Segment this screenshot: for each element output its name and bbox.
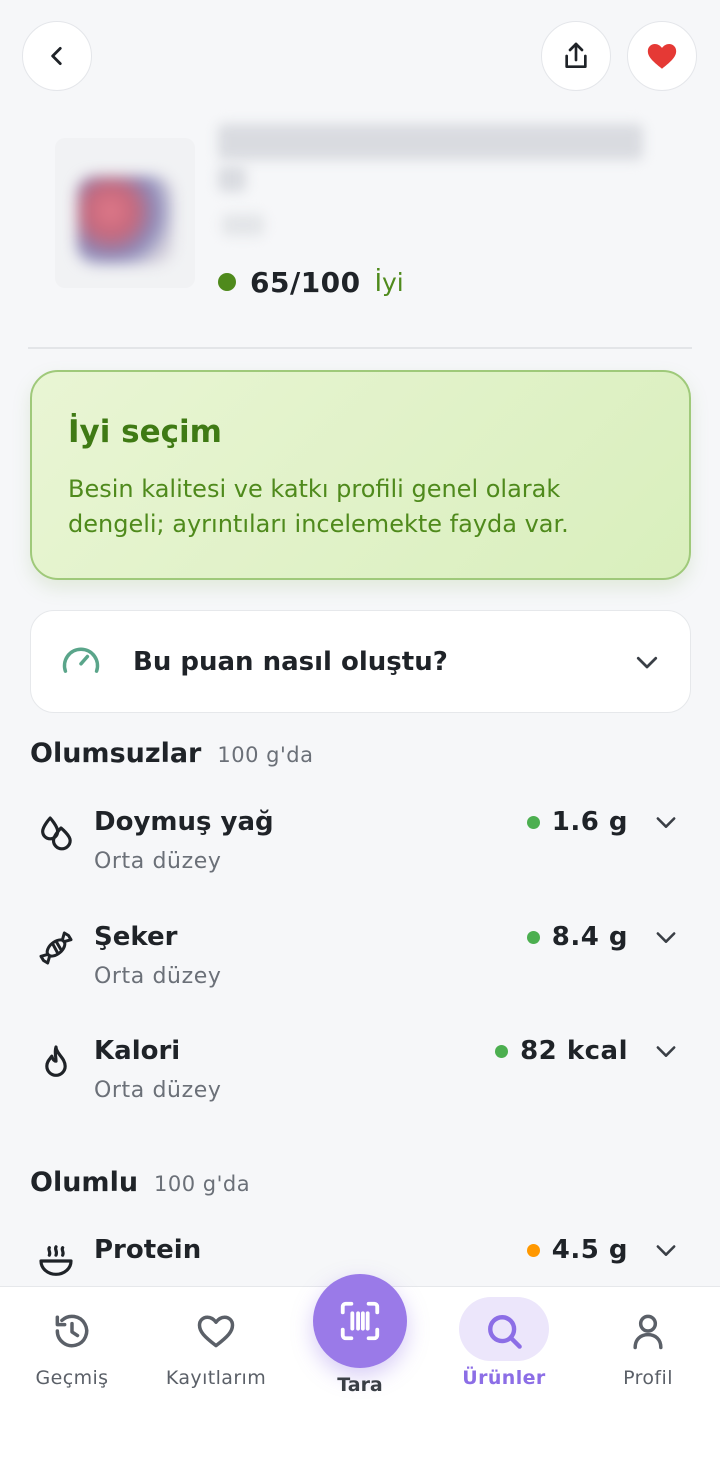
- chevron-down-icon: [656, 817, 676, 828]
- product-name-blurred-2: [218, 166, 246, 192]
- flame-icon: [45, 1045, 67, 1077]
- positives-per: 100 g'da: [154, 1172, 251, 1196]
- drops-icon: [41, 816, 72, 851]
- nav-label-products: Ürünler: [462, 1367, 546, 1389]
- nav-label-profile: Profil: [623, 1367, 673, 1389]
- nav-item-history[interactable]: Geçmiş: [0, 1287, 144, 1460]
- product-image: [55, 138, 195, 288]
- score-value: 65/100: [250, 265, 361, 299]
- history-icon: [55, 1314, 89, 1348]
- bowl-icon: [39, 1245, 73, 1276]
- status-dot: [495, 1044, 509, 1058]
- chevron-left-icon: [51, 47, 62, 65]
- nutrient-value-group: 1.6 g: [526, 807, 680, 837]
- verdict-body-line-1: Besin kalitesi ve katkı profili genel ol…: [68, 475, 561, 503]
- nutrient-value-group: 4.5 g: [526, 1235, 680, 1265]
- candy-icon: [39, 931, 73, 965]
- nutrient-value-group: 82 kcal: [495, 1036, 680, 1066]
- verdict-body-line-2: dengeli; ayrıntıları incelemekte fayda v…: [68, 510, 569, 538]
- nav-label-saved: Kayıtlarım: [165, 1367, 267, 1389]
- nutrient-value: 82 kcal: [520, 1036, 628, 1066]
- verdict-title: İyi seçim: [68, 414, 222, 450]
- product-name-blurred: [218, 124, 643, 160]
- nav-label-scan: Tara: [337, 1374, 383, 1396]
- verdict-card: İyi seçim Besin kalitesi ve katkı profil…: [30, 370, 691, 580]
- gauge-icon: [62, 647, 100, 673]
- chevron-down-icon: [656, 1046, 676, 1057]
- nutrient-value: 1.6 g: [551, 807, 628, 837]
- nutrient-row-sugar[interactable]: Şeker Orta düzey 8.4 g: [36, 922, 686, 1008]
- nav-item-products[interactable]: Ürünler: [432, 1287, 576, 1460]
- status-dot: [526, 815, 540, 829]
- nutrient-value-group: 8.4 g: [526, 922, 680, 952]
- nav-item-saved[interactable]: Kayıtlarım: [144, 1287, 288, 1460]
- nutrient-level: Orta düzey: [94, 849, 222, 874]
- status-dot: [526, 1243, 540, 1257]
- score-label: İyi: [374, 267, 404, 297]
- share-button[interactable]: [541, 21, 611, 91]
- share-icon: [565, 42, 587, 68]
- nutrient-row-saturated-fat[interactable]: Doymuş yağ Orta düzey 1.6 g: [36, 807, 686, 893]
- nutrient-level: Orta düzey: [94, 1078, 222, 1103]
- status-dot: [526, 930, 540, 944]
- negatives-header: Olumsuzlar 100 g'da: [30, 738, 313, 769]
- score-explainer-accordion[interactable]: Bu puan nasıl oluştu?: [30, 610, 691, 713]
- barcode-scan-icon: [340, 1301, 380, 1341]
- nutrient-value: 4.5 g: [551, 1235, 628, 1265]
- chevron-down-icon: [636, 656, 658, 668]
- negatives-title: Olumsuzlar: [30, 738, 202, 769]
- product-score: 65/100 İyi: [218, 262, 404, 302]
- nutrient-name: Şeker: [94, 922, 178, 952]
- nav-item-profile[interactable]: Profil: [576, 1287, 720, 1460]
- heart-filled-icon: [647, 43, 677, 69]
- product-brand-blurred: [222, 214, 264, 236]
- search-icon: [488, 1315, 522, 1349]
- verdict-body: Besin kalitesi ve katkı profili genel ol…: [68, 472, 653, 542]
- back-button[interactable]: [22, 21, 92, 91]
- nutrient-name: Kalori: [94, 1036, 181, 1066]
- favorite-button[interactable]: [627, 21, 697, 91]
- positives-header: Olumlu 100 g'da: [30, 1167, 250, 1198]
- heart-outline-icon: [197, 1315, 235, 1348]
- scan-button[interactable]: [313, 1274, 407, 1368]
- negatives-per: 100 g'da: [217, 743, 314, 767]
- chevron-down-icon: [656, 932, 676, 943]
- score-dot: [218, 273, 236, 291]
- user-icon: [633, 1314, 663, 1350]
- nutrient-row-calories[interactable]: Kalori Orta düzey 82 kcal: [36, 1036, 686, 1122]
- product-detail-screen: 65/100 İyi İyi seçim Besin kalitesi ve k…: [0, 0, 720, 1460]
- score-explainer-label: Bu puan nasıl oluştu?: [133, 646, 448, 677]
- divider: [28, 347, 692, 349]
- nutrient-level: Orta düzey: [94, 964, 222, 989]
- nutrient-value: 8.4 g: [551, 922, 628, 952]
- nutrient-name: Protein: [94, 1235, 202, 1265]
- nav-label-history: Geçmiş: [35, 1367, 109, 1389]
- chevron-down-icon: [656, 1245, 676, 1256]
- positives-title: Olumlu: [30, 1167, 139, 1198]
- nutrient-name: Doymuş yağ: [94, 807, 274, 837]
